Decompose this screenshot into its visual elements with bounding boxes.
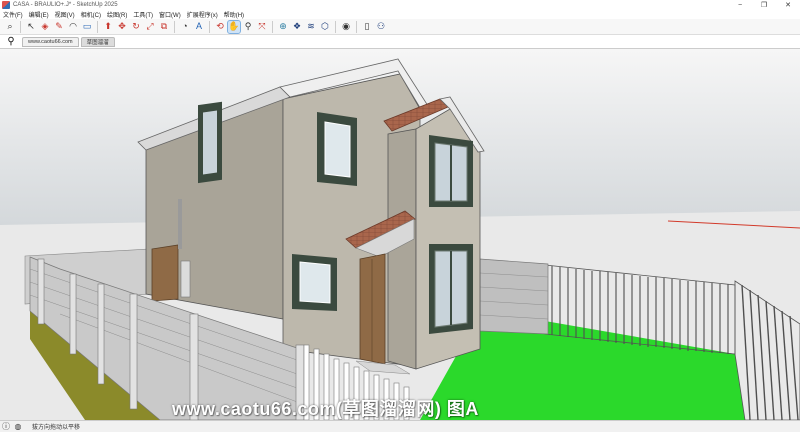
model-scene[interactable] bbox=[0, 49, 800, 420]
rectangle-icon[interactable]: ▭ bbox=[81, 21, 93, 33]
user-icon[interactable]: ⚇ bbox=[375, 21, 387, 33]
toolbar-divider bbox=[20, 20, 21, 33]
info-icon[interactable]: ⓘ bbox=[0, 421, 12, 432]
profile-icon[interactable]: ◉ bbox=[340, 21, 352, 33]
menu-camera[interactable]: 相机(C) bbox=[78, 10, 104, 19]
move-icon[interactable]: ✥ bbox=[116, 21, 128, 33]
status-message: 拔方向拖动以平移 bbox=[32, 425, 81, 431]
geolocation-icon[interactable]: ◍ bbox=[12, 421, 24, 432]
menu-draw[interactable]: 绘图(R) bbox=[104, 10, 130, 19]
components-icon[interactable]: ❖ bbox=[291, 21, 303, 33]
pencil-icon[interactable]: ✎ bbox=[53, 21, 65, 33]
layers-icon[interactable]: ≋ bbox=[305, 21, 317, 33]
orbit-icon[interactable]: ⟲ bbox=[214, 21, 226, 33]
menu-bar: 文件(F) 编辑(E) 视图(V) 相机(C) 绘图(R) 工具(T) 窗口(W… bbox=[0, 10, 800, 19]
offset-icon[interactable]: ⧉ bbox=[158, 21, 170, 33]
toolbar-divider bbox=[174, 20, 175, 33]
window-controls: − ❐ ✕ bbox=[728, 0, 800, 10]
menu-edit[interactable]: 编辑(E) bbox=[26, 10, 52, 19]
zoom-extents-icon[interactable]: ⤧ bbox=[256, 21, 268, 33]
magnifier-icon[interactable]: ⚲ bbox=[0, 35, 22, 49]
menu-window[interactable]: 窗口(W) bbox=[156, 10, 184, 19]
electric-meter bbox=[180, 260, 191, 298]
toolbar-divider bbox=[209, 20, 210, 33]
select-arrow-icon[interactable]: ↖ bbox=[25, 21, 37, 33]
window-front-lower-glass bbox=[299, 261, 331, 304]
side-door bbox=[151, 244, 179, 302]
minimize-button[interactable]: − bbox=[728, 0, 752, 10]
new-file-icon[interactable]: ▯ bbox=[361, 21, 373, 33]
chimney-pipe bbox=[178, 199, 182, 249]
extension-icon[interactable]: ⬡ bbox=[319, 21, 331, 33]
eraser-icon[interactable]: ◈ bbox=[39, 21, 51, 33]
main-toolbar: ⌕ ↖ ◈ ✎ ◠ ▭ ⬆ ✥ ↻ ⤢ ⧉ ◔ A ⟲ ✋ ⚲ ⤧ ⊕ ❖ ≋ … bbox=[0, 19, 800, 35]
status-bar: ⓘ ◍ 拔方向拖动以平移 bbox=[0, 420, 800, 432]
warehouse-icon[interactable]: ⊕ bbox=[277, 21, 289, 33]
toolbar-divider bbox=[356, 20, 357, 33]
sketchup-logo-icon bbox=[2, 1, 10, 9]
window-front-upper-glass bbox=[324, 121, 351, 178]
scale-icon[interactable]: ⤢ bbox=[144, 21, 156, 33]
pan-icon[interactable]: ✋ bbox=[227, 19, 241, 34]
title-bar: CASA - BRAULIO+.J* - SketchUp 2025 − ❐ ✕ bbox=[0, 0, 800, 10]
toolbar-divider bbox=[335, 20, 336, 33]
window-left-upper-glass bbox=[203, 110, 217, 175]
concrete-fence-right bbox=[479, 258, 549, 335]
toolbar-divider bbox=[272, 20, 273, 33]
arc-icon[interactable]: ◠ bbox=[67, 21, 79, 33]
scene-tab-caotu[interactable]: 草图溜溜 bbox=[80, 36, 115, 47]
3d-viewport[interactable] bbox=[0, 49, 800, 420]
menu-view[interactable]: 视图(V) bbox=[52, 10, 78, 19]
push-pull-icon[interactable]: ⬆ bbox=[102, 21, 114, 33]
zoom-icon[interactable]: ⚲ bbox=[242, 21, 254, 33]
scene-tabs-bar: ⚲ www.caotu66.com 草图溜溜 bbox=[0, 35, 800, 49]
maximize-button[interactable]: ❐ bbox=[752, 0, 776, 10]
toolbar-divider bbox=[97, 20, 98, 33]
menu-help[interactable]: 帮助(H) bbox=[221, 10, 247, 19]
rotate-icon[interactable]: ↻ bbox=[130, 21, 142, 33]
entrance-door bbox=[359, 253, 386, 365]
tape-measure-icon[interactable]: ◔ bbox=[179, 21, 191, 33]
text-icon[interactable]: A bbox=[193, 21, 205, 33]
search-icon[interactable]: ⌕ bbox=[4, 21, 16, 33]
window-title: CASA - BRAULIO+.J* - SketchUp 2025 bbox=[13, 2, 118, 8]
menu-file[interactable]: 文件(F) bbox=[0, 10, 26, 19]
close-button[interactable]: ✕ bbox=[776, 0, 800, 10]
watermark-text: www.caotu66.com(草图溜溜网) 图A bbox=[172, 399, 479, 419]
menu-extensions[interactable]: 扩展程序(x) bbox=[184, 10, 221, 19]
menu-tools[interactable]: 工具(T) bbox=[130, 10, 156, 19]
scene-tab-website[interactable]: www.caotu66.com bbox=[22, 36, 79, 47]
